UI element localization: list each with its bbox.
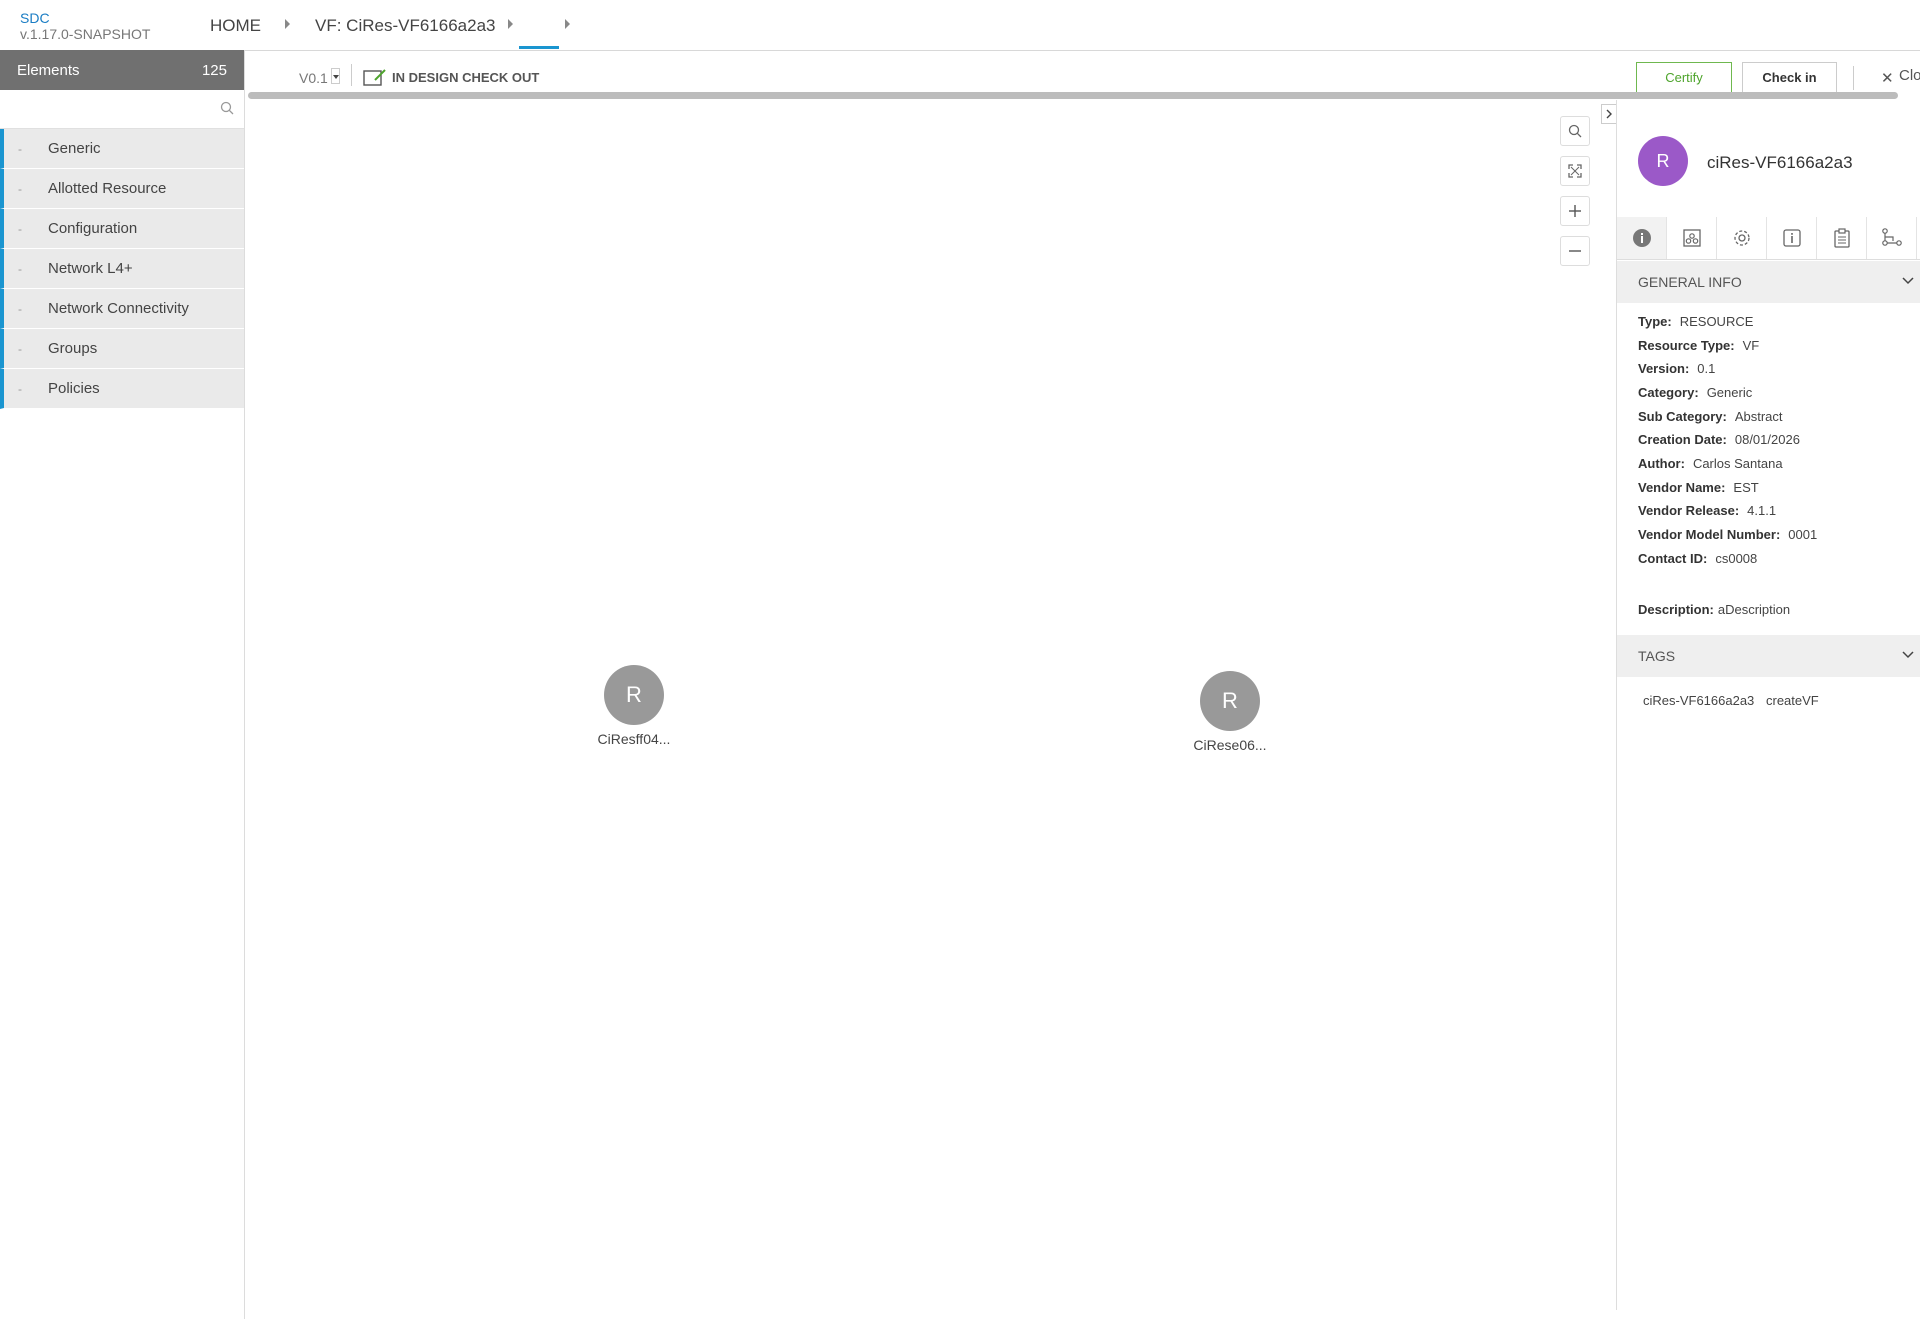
palette-category-policies[interactable]: - Policies bbox=[0, 369, 244, 409]
zoom-out-button[interactable] bbox=[1560, 236, 1590, 266]
breadcrumb-arrow-icon[interactable] bbox=[285, 19, 290, 29]
info-icon bbox=[1632, 228, 1652, 248]
version-select[interactable]: V0.1 bbox=[299, 70, 328, 86]
gear-icon bbox=[1731, 227, 1753, 249]
details-panel: R ciRes-VF6166a2a3 GENERAL INFO Type: RES… bbox=[1616, 100, 1920, 1310]
fit-to-screen-button[interactable] bbox=[1560, 156, 1590, 186]
lifecycle-status: IN DESIGN CHECK OUT bbox=[392, 70, 540, 85]
node-icon[interactable]: R bbox=[1200, 671, 1260, 731]
info-row-author: Author: Carlos Santana bbox=[1638, 456, 1783, 471]
category-label: Network Connectivity bbox=[48, 300, 189, 317]
info-row-vendor-release: Vendor Release: 4.1.1 bbox=[1638, 503, 1777, 518]
palette-search-input[interactable] bbox=[0, 90, 210, 126]
checkout-icon bbox=[363, 68, 387, 86]
chevron-down-icon[interactable] bbox=[1901, 276, 1915, 286]
info-row-version: Version: 0.1 bbox=[1638, 361, 1716, 376]
chevron-right-icon bbox=[1602, 105, 1617, 123]
info-row-creation-date: Creation Date: 08/01/2026 bbox=[1638, 432, 1800, 447]
info-row-sub-category: Sub Category: Abstract bbox=[1638, 409, 1783, 424]
info-row-vendor-model-number: Vendor Model Number: 0001 bbox=[1638, 527, 1818, 542]
category-label: Network L4+ bbox=[48, 260, 133, 277]
tab-general-info[interactable] bbox=[1617, 217, 1667, 259]
expand-icon bbox=[1568, 164, 1582, 178]
palette-header: Elements 125 bbox=[0, 50, 244, 90]
general-info-title: GENERAL INFO bbox=[1638, 274, 1742, 290]
workspace-toolbar: V0.1 IN DESIGN CHECK OUT Certify Check i… bbox=[245, 50, 1920, 92]
search-icon bbox=[1568, 124, 1582, 138]
breadcrumb-arrow-icon[interactable] bbox=[508, 19, 513, 29]
palette-category-generic[interactable]: - Generic bbox=[0, 129, 244, 169]
tab-requirements[interactable] bbox=[1817, 217, 1867, 259]
search-icon[interactable] bbox=[220, 101, 234, 115]
close-icon[interactable]: ✕ bbox=[1881, 69, 1894, 87]
node-name: CiResff04... bbox=[597, 731, 671, 747]
chevron-down-icon[interactable] bbox=[1901, 650, 1915, 660]
info-row-description: Description: aDescription bbox=[1638, 602, 1791, 617]
breadcrumb-arrow-icon[interactable] bbox=[565, 19, 570, 29]
top-bar: SDC v.1.17.0-SNAPSHOT HOME VF: CiRes-VF6… bbox=[0, 0, 1920, 51]
elements-palette: Elements 125 - Generic - Allotted Resource… bbox=[0, 50, 245, 1319]
palette-category-allotted-resource[interactable]: - Allotted Resource bbox=[0, 169, 244, 209]
category-label: Allotted Resource bbox=[48, 180, 167, 197]
canvas-node[interactable]: R CiRese06... bbox=[1180, 671, 1280, 753]
palette-category-configuration[interactable]: - Configuration bbox=[0, 209, 244, 249]
composition-canvas[interactable]: R CiResff04... R CiRese06... bbox=[245, 100, 1616, 1310]
palette-category-network-l4[interactable]: - Network L4+ bbox=[0, 249, 244, 289]
palette-category-groups[interactable]: - Groups bbox=[0, 329, 244, 369]
category-label: Configuration bbox=[48, 220, 138, 237]
tag-item: ciRes-VF6166a2a3 bbox=[1643, 693, 1755, 708]
toolbar-divider bbox=[1853, 66, 1854, 90]
tags-title: TAGS bbox=[1638, 648, 1676, 664]
tag-item: createVF bbox=[1766, 693, 1819, 708]
info-row-category: Category: Generic bbox=[1638, 385, 1753, 400]
relations-icon bbox=[1881, 228, 1903, 248]
certify-button[interactable]: Certify bbox=[1636, 62, 1732, 92]
tab-information[interactable] bbox=[1767, 217, 1817, 259]
node-name: CiRese06... bbox=[1193, 737, 1267, 753]
composition-icon bbox=[1682, 228, 1702, 248]
info-row-resource-type: Resource Type: VF bbox=[1638, 338, 1760, 353]
clipboard-icon bbox=[1832, 228, 1852, 248]
information-icon bbox=[1782, 228, 1802, 248]
avatar: R bbox=[1638, 136, 1688, 186]
info-row-type: Type: RESOURCE bbox=[1638, 314, 1754, 329]
tab-properties[interactable] bbox=[1717, 217, 1767, 259]
palette-search bbox=[0, 90, 244, 129]
palette-category-network-connectivity[interactable]: - Network Connectivity bbox=[0, 289, 244, 329]
details-tabs bbox=[1617, 217, 1920, 260]
horizontal-scrollbar[interactable] bbox=[248, 92, 1898, 99]
brand-version: v.1.17.0-SNAPSHOT bbox=[20, 26, 151, 42]
category-label: Generic bbox=[48, 140, 101, 157]
info-row-vendor-name: Vendor Name: EST bbox=[1638, 480, 1759, 495]
breadcrumb-home[interactable]: HOME bbox=[210, 16, 261, 36]
info-row-contact-id: Contact ID: cs0008 bbox=[1638, 551, 1758, 566]
tags-section-header[interactable]: TAGS bbox=[1617, 635, 1920, 677]
toolbar-divider bbox=[351, 64, 352, 86]
category-label: Policies bbox=[48, 380, 100, 397]
category-label: Groups bbox=[48, 340, 98, 357]
collapse-panel-button[interactable] bbox=[1601, 104, 1617, 124]
details-title: ciRes-VF6166a2a3 bbox=[1707, 153, 1853, 172]
minus-icon bbox=[1568, 244, 1582, 258]
version-dropdown-icon[interactable] bbox=[331, 68, 340, 84]
palette-count: 125 bbox=[201, 61, 227, 79]
brand-name[interactable]: SDC bbox=[20, 10, 150, 26]
tab-composition[interactable] bbox=[1667, 217, 1717, 259]
breadcrumb-vf[interactable]: VF: CiRes-VF6166a2a3 bbox=[315, 16, 495, 36]
canvas-search-button[interactable] bbox=[1560, 116, 1590, 146]
canvas-node[interactable]: R CiResff04... bbox=[584, 665, 684, 747]
zoom-in-button[interactable] bbox=[1560, 196, 1590, 226]
checkin-button[interactable]: Check in bbox=[1742, 62, 1837, 92]
breadcrumb-active-indicator bbox=[519, 46, 559, 49]
node-icon[interactable]: R bbox=[604, 665, 664, 725]
close-button[interactable]: Clo bbox=[1899, 67, 1920, 84]
brand[interactable]: SDC v.1.17.0-SNAPSHOT bbox=[20, 10, 150, 42]
general-info-section-header[interactable]: GENERAL INFO bbox=[1617, 261, 1920, 303]
palette-title: Elements bbox=[17, 61, 80, 79]
tab-relations[interactable] bbox=[1867, 217, 1917, 259]
plus-icon bbox=[1568, 204, 1582, 218]
